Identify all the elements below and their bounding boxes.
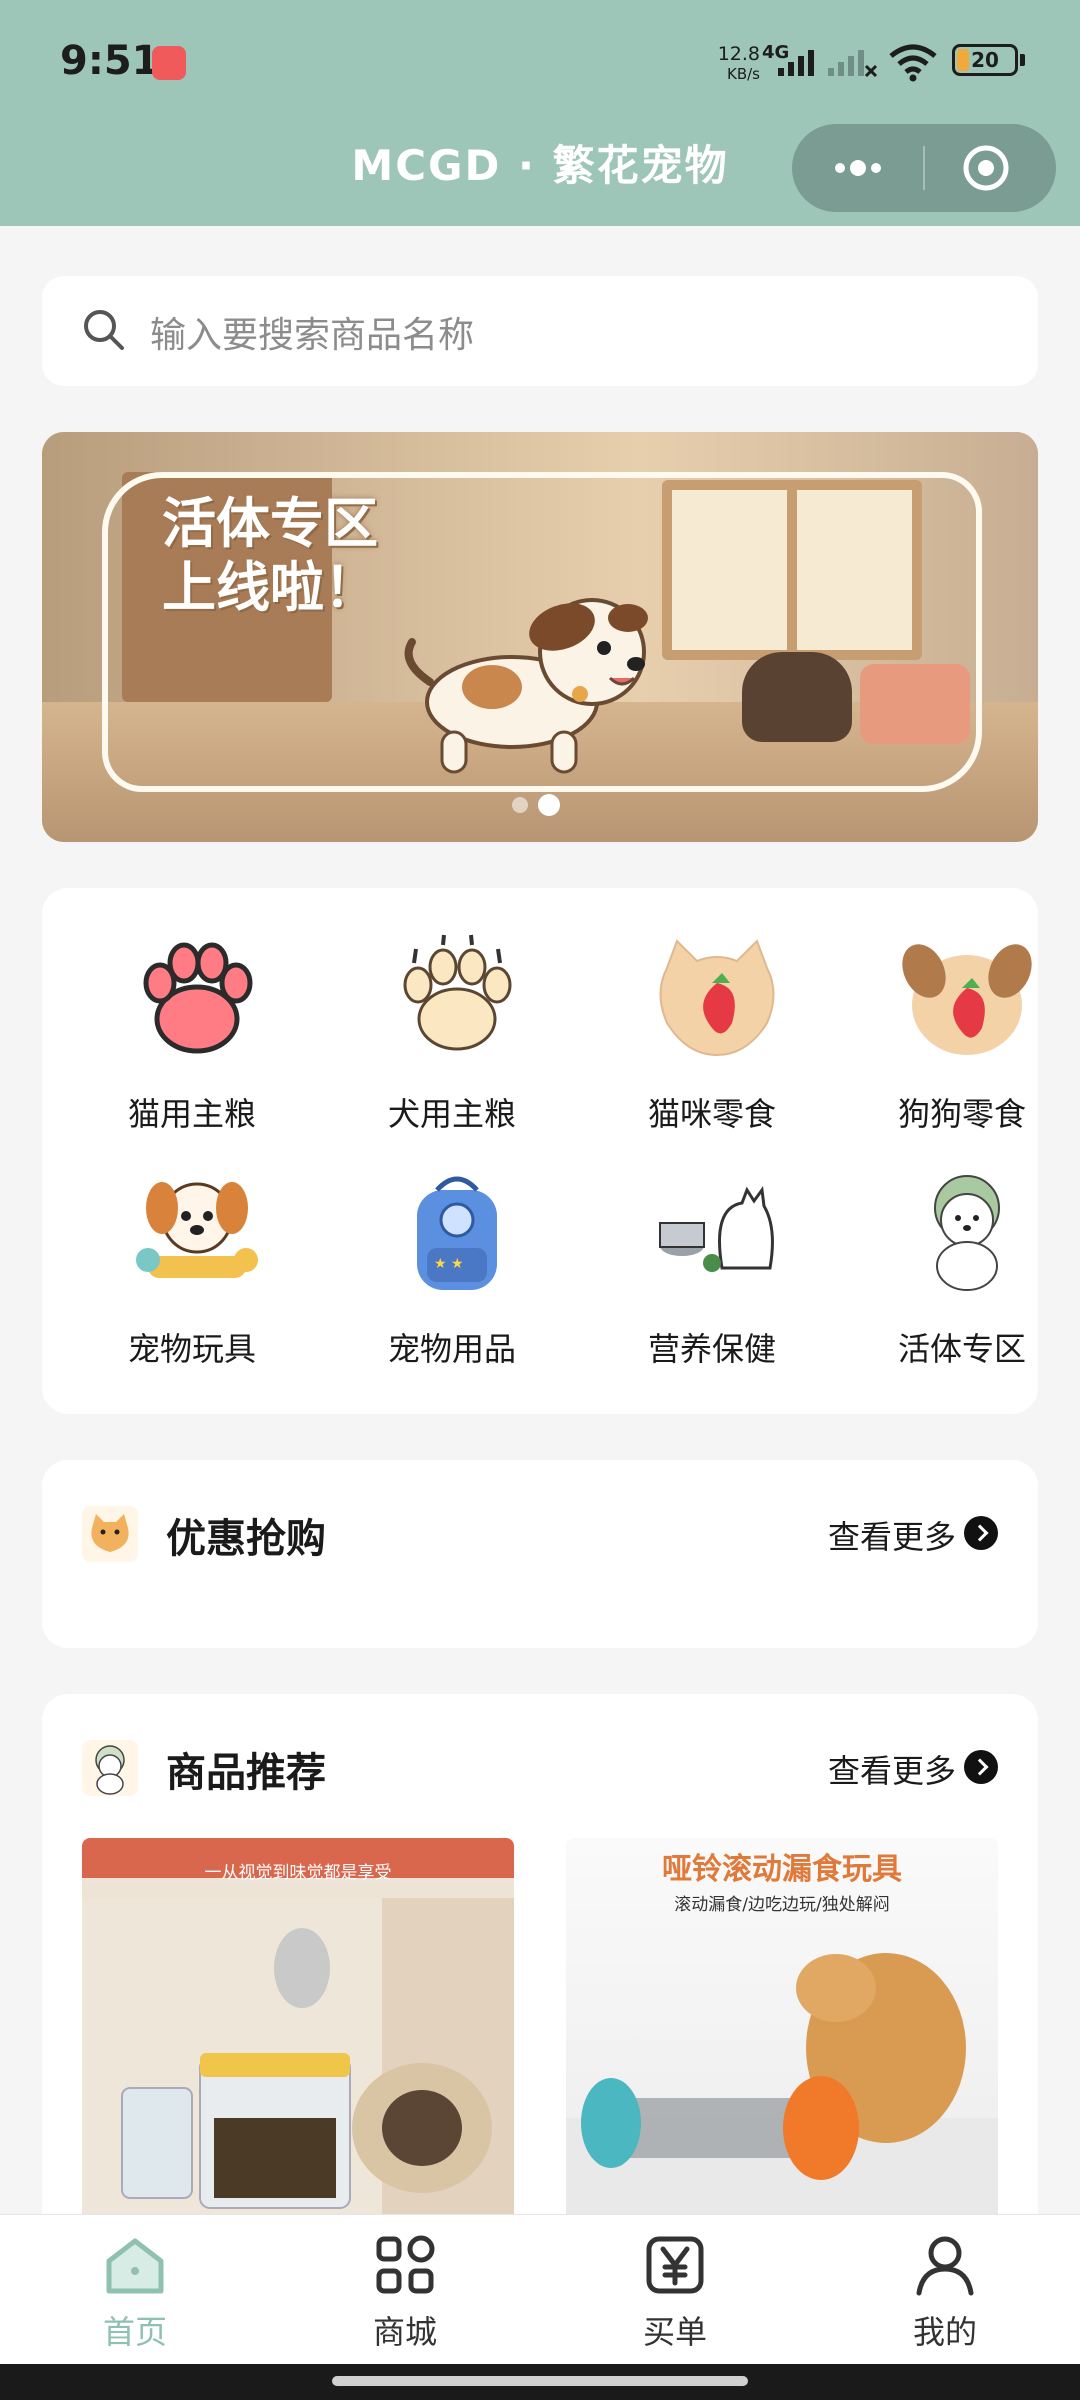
promo-banner[interactable]: 活体专区 上线啦！	[42, 432, 1038, 842]
product-subtitle: 滚动漏食/边吃边玩/独处解闷	[674, 1895, 890, 1915]
miniprogram-capsule	[792, 124, 1056, 212]
close-miniprogram-icon[interactable]	[962, 144, 1010, 192]
cat-bowl-icon	[659, 1186, 774, 1272]
cat-cookie-icon	[659, 939, 775, 1057]
search-placeholder: 输入要搜索商品名称	[150, 315, 475, 356]
category-label: 猫用主粮	[127, 1095, 256, 1133]
system-gesture-bar	[0, 2364, 1080, 2400]
tab-mine[interactable]: 我的	[810, 2225, 1080, 2365]
cat-badge-icon	[82, 1506, 138, 1562]
category-label: 宠物玩具	[127, 1330, 256, 1368]
status-bar: 9:51 12.8 KB/s 4G 20	[0, 0, 1080, 120]
product-card-dumbbell-toy[interactable]: 哑铃滚动漏食玩具 滚动漏食/边吃边玩/独处解闷	[566, 1838, 998, 2218]
yen-icon	[646, 2236, 704, 2294]
backpack-icon: ★ ★	[417, 1176, 497, 1290]
search-bar[interactable]: 输入要搜索商品名称	[42, 276, 1038, 386]
dog-paw-icon	[403, 934, 512, 1051]
category-cat-snacks[interactable]: 猫咪零食	[592, 933, 832, 1153]
chevron-right-icon[interactable]	[964, 1750, 998, 1784]
category-dog-food[interactable]: 犬用主粮	[332, 933, 572, 1153]
puppy-icon	[934, 1175, 1000, 1291]
recommend-title: 商品推荐	[166, 1750, 326, 1796]
dog-cookie-icon	[902, 944, 1032, 1055]
tab-mall[interactable]: 商城	[270, 2225, 540, 2365]
product-card-feeder[interactable]: 一从视觉到味觉都是享受	[82, 1838, 514, 2218]
capsule-divider	[923, 146, 925, 190]
bottom-tab-bar: 首页 商城 买单 我的	[0, 2214, 1080, 2364]
tab-label: 首页	[102, 2313, 167, 2351]
running-puppy-illustration	[404, 598, 648, 774]
banner-headline-line1: 活体专区	[162, 492, 378, 555]
category-label: 活体专区	[897, 1330, 1026, 1368]
product-title: 哑铃滚动漏食玩具	[662, 1852, 902, 1887]
category-pet-supplies[interactable]: ★ ★ 宠物用品	[332, 1168, 572, 1388]
network-speed: 12.8 KB/s	[714, 44, 760, 84]
signal-strength-icon	[778, 50, 814, 76]
product-subtitle: 一从视觉到味觉都是享受	[204, 1863, 392, 1883]
tab-label: 买单	[642, 2313, 707, 2351]
category-label: 犬用主粮	[387, 1095, 516, 1133]
category-label: 宠物用品	[387, 1330, 516, 1368]
category-label: 狗狗零食	[897, 1095, 1026, 1133]
category-nutrition[interactable]: 营养保健	[592, 1168, 832, 1388]
deals-section: 优惠抢购 查看更多	[42, 1460, 1038, 1648]
tab-label: 商城	[372, 2313, 437, 2351]
network-speed-value: 12.8	[717, 43, 760, 65]
home-icon	[106, 2238, 164, 2294]
dumbbell-toy-product-image	[566, 1953, 998, 2218]
tab-label: 我的	[912, 2313, 977, 2351]
category-dog-snacks[interactable]: 狗狗零食	[842, 933, 1080, 1153]
chevron-right-icon[interactable]	[964, 1516, 998, 1550]
category-label: 猫咪零食	[647, 1095, 776, 1133]
tab-home[interactable]: 首页	[0, 2225, 270, 2365]
category-label: 营养保健	[647, 1330, 776, 1368]
banner-pagination	[512, 794, 570, 817]
user-icon	[916, 2236, 974, 2296]
category-pet-toys[interactable]: 宠物玩具	[72, 1168, 312, 1388]
battery-tip	[1020, 54, 1025, 66]
top-header: 9:51 12.8 KB/s 4G 20 MCGD · 繁花宠物	[0, 0, 1080, 226]
status-time: 9:51	[60, 38, 160, 84]
puppy-toy-icon	[136, 1182, 258, 1278]
battery-indicator: 20	[952, 44, 1018, 76]
deals-title: 优惠抢购	[166, 1516, 326, 1562]
category-grid: 猫用主粮 犬用主粮 猫咪零食 狗狗零食 宠物玩具 ★ ★ 宠物用品 营养保健 活…	[42, 888, 1038, 1414]
battery-level: 20	[971, 48, 999, 72]
puppy-badge-icon	[82, 1740, 138, 1796]
feeder-product-image	[82, 1898, 514, 2218]
category-live-pets[interactable]: 活体专区	[842, 1168, 1080, 1388]
search-icon	[84, 310, 124, 350]
home-indicator[interactable]	[332, 2376, 748, 2386]
banner-dot-2[interactable]	[538, 794, 560, 816]
category-cat-food[interactable]: 猫用主粮	[72, 933, 312, 1153]
network-speed-unit: KB/s	[727, 65, 760, 83]
deals-view-more[interactable]: 查看更多	[828, 1512, 956, 1558]
svg-text:★ ★: ★ ★	[434, 1256, 464, 1272]
wifi-icon	[889, 44, 937, 82]
grid-icon	[376, 2235, 435, 2294]
banner-dot-1[interactable]	[512, 797, 528, 813]
cat-paw-icon	[143, 942, 253, 1054]
more-options-icon[interactable]	[826, 148, 890, 188]
tab-checkout[interactable]: 买单	[540, 2225, 810, 2365]
notification-app-icon	[152, 46, 186, 80]
recommend-view-more[interactable]: 查看更多	[828, 1746, 956, 1792]
signal-strength-secondary-icon	[828, 50, 878, 78]
